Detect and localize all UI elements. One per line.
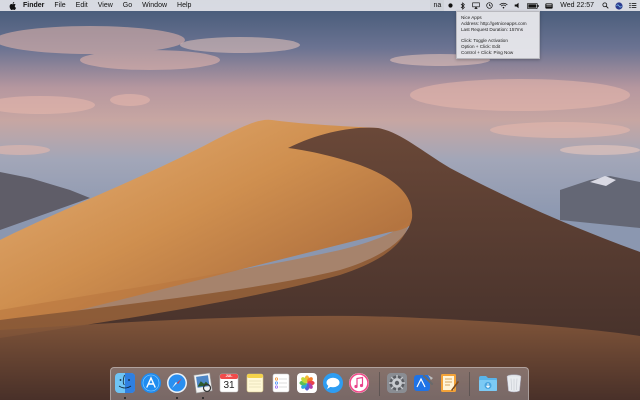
battery-icon[interactable] xyxy=(524,0,542,11)
time-machine-icon[interactable] xyxy=(483,0,496,11)
calendar-month: JUL xyxy=(225,374,233,378)
tooltip-control-click-hint: Control + Click: Ping Now xyxy=(461,50,514,56)
input-source-icon[interactable] xyxy=(542,0,556,11)
safari-icon[interactable] xyxy=(166,372,188,394)
menu-finder[interactable]: Finder xyxy=(18,0,49,11)
siri-icon[interactable] xyxy=(612,0,626,11)
reminders-icon[interactable] xyxy=(270,372,292,394)
volume-icon[interactable] xyxy=(511,0,524,11)
airplay-icon[interactable] xyxy=(469,0,483,11)
safari-running-indicator xyxy=(176,397,178,399)
xcode-icon[interactable] xyxy=(412,372,434,394)
clock[interactable]: Wed 22:57 xyxy=(556,0,599,11)
menu-edit[interactable]: Edit xyxy=(71,0,93,11)
bluetooth-icon[interactable] xyxy=(457,0,469,11)
app-store-icon[interactable] xyxy=(140,372,162,394)
preview-icon[interactable] xyxy=(192,372,214,394)
system-preferences-icon[interactable] xyxy=(386,372,408,394)
messages-icon[interactable] xyxy=(322,372,344,394)
wifi-icon[interactable] xyxy=(496,0,511,11)
calendar-icon[interactable]: JUL 31 xyxy=(218,372,240,394)
nice-apps-status-item[interactable]: na xyxy=(430,0,445,11)
menu-help[interactable]: Help xyxy=(172,0,196,11)
photos-icon[interactable] xyxy=(296,372,318,394)
apple-menu-icon[interactable] xyxy=(6,0,18,11)
notes-icon[interactable] xyxy=(244,372,266,394)
downloads-folder-icon[interactable] xyxy=(477,372,499,394)
spotlight-icon[interactable] xyxy=(599,0,612,11)
desktop: Finder File Edit View Go Window Help na xyxy=(0,0,640,400)
status-item-tooltip: Nice Apps Address: http://getniceapps.co… xyxy=(456,11,540,59)
finder-icon[interactable] xyxy=(114,372,136,394)
dock-separator xyxy=(379,372,380,396)
menu-bar: Finder File Edit View Go Window Help na xyxy=(0,0,640,11)
dock: JUL 31 xyxy=(110,367,529,400)
notification-center-icon[interactable] xyxy=(626,0,640,11)
dock-separator xyxy=(469,372,470,396)
menu-file[interactable]: File xyxy=(49,0,70,11)
menu-view[interactable]: View xyxy=(93,0,118,11)
menu-go[interactable]: Go xyxy=(118,0,137,11)
record-status-icon[interactable] xyxy=(444,0,457,11)
finder-running-indicator xyxy=(124,397,126,399)
script-editor-icon[interactable] xyxy=(438,372,460,394)
itunes-icon[interactable] xyxy=(348,372,370,394)
trash-icon[interactable] xyxy=(503,372,525,394)
desktop-wallpaper xyxy=(0,0,640,400)
preview-running-indicator xyxy=(202,397,204,399)
menu-window[interactable]: Window xyxy=(137,0,172,11)
calendar-day: 31 xyxy=(223,380,235,391)
